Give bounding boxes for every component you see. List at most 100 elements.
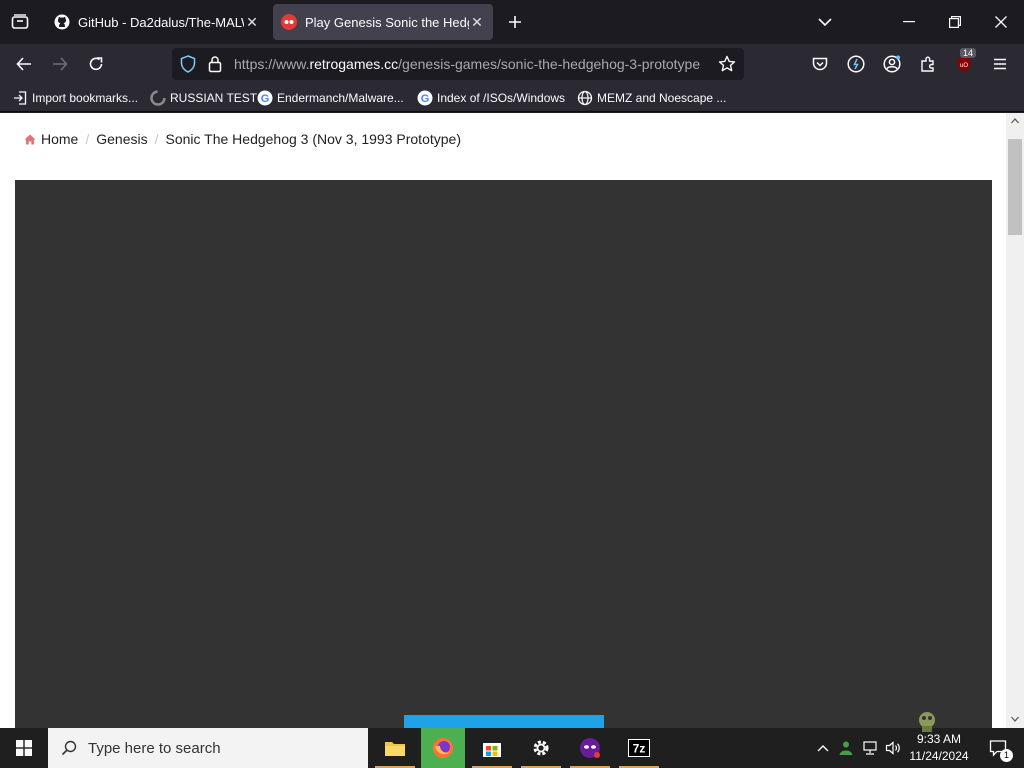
import-icon xyxy=(12,90,28,106)
hamburger-icon xyxy=(994,58,1006,70)
ublock-button[interactable]: uO 14 xyxy=(950,48,978,78)
7zip-icon: 7z xyxy=(628,739,650,757)
bookmark-memz[interactable]: MEMZ and Noescape ... xyxy=(577,90,726,106)
tab-retrogames[interactable]: Play Genesis Sonic the Hedgehog 3 ✕ xyxy=(273,4,493,40)
firefox-icon xyxy=(433,738,453,758)
reload-icon xyxy=(89,57,103,71)
scroll-up-arrow-icon[interactable] xyxy=(1011,118,1019,124)
taskbar-7zip[interactable]: 7z xyxy=(617,728,661,768)
taskbar-file-explorer[interactable] xyxy=(373,728,417,768)
notification-center-button[interactable]: 1 xyxy=(976,728,1020,768)
tab-title: GitHub - Da2dalus/The-MALWARE-Repo xyxy=(78,14,244,30)
network-status[interactable] xyxy=(859,728,881,768)
bookmark-import[interactable]: Import bookmarks... xyxy=(12,90,138,106)
tracking-protection-icon[interactable] xyxy=(180,55,196,78)
arrow-left-icon xyxy=(16,57,31,71)
taskbar-search-box[interactable]: Type here to search xyxy=(48,728,368,768)
github-icon xyxy=(54,14,70,30)
bookmark-label: Import bookmarks... xyxy=(32,91,139,105)
site-icon xyxy=(150,90,166,106)
scrollbar-thumb[interactable] xyxy=(1008,139,1022,235)
play-button[interactable] xyxy=(404,715,604,728)
url-text[interactable]: https://www.retrogames.cc/genesis-games/… xyxy=(234,56,704,72)
power-circle-icon xyxy=(847,55,865,73)
scroll-down-arrow-icon[interactable] xyxy=(1011,716,1019,722)
taskbar-app-mask[interactable] xyxy=(568,728,612,768)
url-domain: retrogames.cc xyxy=(309,56,399,72)
forward-button[interactable] xyxy=(46,50,74,78)
bookmark-label: RUSSIAN TEST xyxy=(170,91,258,105)
chevron-down-icon xyxy=(818,18,832,26)
svg-text:7z: 7z xyxy=(633,742,646,756)
globe-icon xyxy=(577,90,593,106)
pocket-icon xyxy=(812,57,828,70)
list-all-tabs-icon xyxy=(11,14,29,29)
pocket-button[interactable] xyxy=(806,50,834,78)
tab-overview-button[interactable] xyxy=(6,10,34,34)
svg-text:G: G xyxy=(261,93,270,105)
restore-button[interactable] xyxy=(938,8,972,36)
windows-logo-icon xyxy=(16,740,32,756)
taskbar-clock[interactable]: 9:33 AM 11/24/2024 xyxy=(906,731,972,765)
bookmark-label: Endermanch/Malware... xyxy=(277,91,404,105)
bookmarks-toolbar: Import bookmarks... RUSSIAN TEST G Ender… xyxy=(0,84,1024,112)
taskbar-firefox[interactable] xyxy=(421,728,465,768)
url-bar[interactable]: https://www.retrogames.cc/genesis-games/… xyxy=(172,48,744,80)
scrollbar[interactable] xyxy=(1006,113,1024,728)
notification-count-badge: 1 xyxy=(1000,749,1013,762)
extension-button[interactable] xyxy=(842,50,870,78)
store-icon xyxy=(483,743,501,757)
show-hidden-icons-button[interactable] xyxy=(812,728,834,768)
list-tabs-button[interactable] xyxy=(813,10,837,34)
lock-icon[interactable] xyxy=(208,55,222,78)
breadcrumb-separator: / xyxy=(154,131,159,147)
google-icon: G xyxy=(257,90,273,106)
page-content: Home / Genesis / Sonic The Hedgehog 3 (N… xyxy=(0,113,1024,728)
reload-button[interactable] xyxy=(82,50,110,78)
restore-icon xyxy=(949,16,961,28)
network-icon xyxy=(863,741,877,755)
breadcrumb-home[interactable]: Home xyxy=(41,131,78,147)
taskbar-settings[interactable] xyxy=(519,728,563,768)
tray-app-icon[interactable] xyxy=(835,728,857,768)
bookmark-star-icon[interactable] xyxy=(718,55,736,78)
chevron-up-icon xyxy=(817,745,829,752)
start-button[interactable] xyxy=(2,728,46,768)
bookmark-endermanch[interactable]: G Endermanch/Malware... xyxy=(257,90,404,106)
minimize-button[interactable] xyxy=(892,8,926,36)
breadcrumb-genesis[interactable]: Genesis xyxy=(96,131,147,147)
minimize-icon xyxy=(903,21,915,23)
breadcrumb: Home / Genesis / Sonic The Hedgehog 3 (N… xyxy=(24,131,461,147)
close-tab-icon[interactable]: ✕ xyxy=(244,14,260,31)
gear-icon xyxy=(533,740,549,756)
volume-control[interactable] xyxy=(882,728,904,768)
svg-text:uO: uO xyxy=(960,63,968,69)
bookmark-russian-test[interactable]: RUSSIAN TEST xyxy=(150,90,257,106)
taskbar-ms-store[interactable] xyxy=(470,728,514,768)
account-button[interactable] xyxy=(878,50,906,78)
account-icon xyxy=(883,55,901,73)
game-emulator-canvas[interactable] xyxy=(15,180,992,728)
close-icon xyxy=(995,16,1007,28)
search-placeholder: Type here to search xyxy=(88,739,221,757)
url-path: /genesis-games/sonic-the-hedgehog-3-prot… xyxy=(398,56,701,72)
tab-github[interactable]: GitHub - Da2dalus/The-MALWARE-Repo ✕ xyxy=(46,4,268,40)
home-icon xyxy=(24,134,36,145)
google-icon: G xyxy=(417,90,433,106)
extension-badge: 14 xyxy=(960,48,977,58)
puzzle-icon xyxy=(921,56,934,72)
search-icon xyxy=(61,740,77,756)
app-menu-button[interactable] xyxy=(986,50,1014,78)
tab-strip: GitHub - Da2dalus/The-MALWARE-Repo ✕ Pla… xyxy=(0,0,1024,44)
retrogames-icon xyxy=(281,14,297,30)
bookmark-isos-windows[interactable]: G Index of /ISOs/Windows xyxy=(417,90,565,106)
clock-time: 9:33 AM xyxy=(916,732,962,746)
close-window-button[interactable] xyxy=(984,8,1018,36)
close-tab-icon[interactable]: ✕ xyxy=(469,14,485,31)
back-button[interactable] xyxy=(10,50,38,78)
windows-taskbar: Type here to search 7z 9:33 AM 11/24/202… xyxy=(0,712,1024,768)
mask-icon xyxy=(580,738,600,758)
folder-icon xyxy=(385,742,405,756)
new-tab-button[interactable] xyxy=(503,10,527,34)
extensions-button[interactable] xyxy=(914,50,942,78)
